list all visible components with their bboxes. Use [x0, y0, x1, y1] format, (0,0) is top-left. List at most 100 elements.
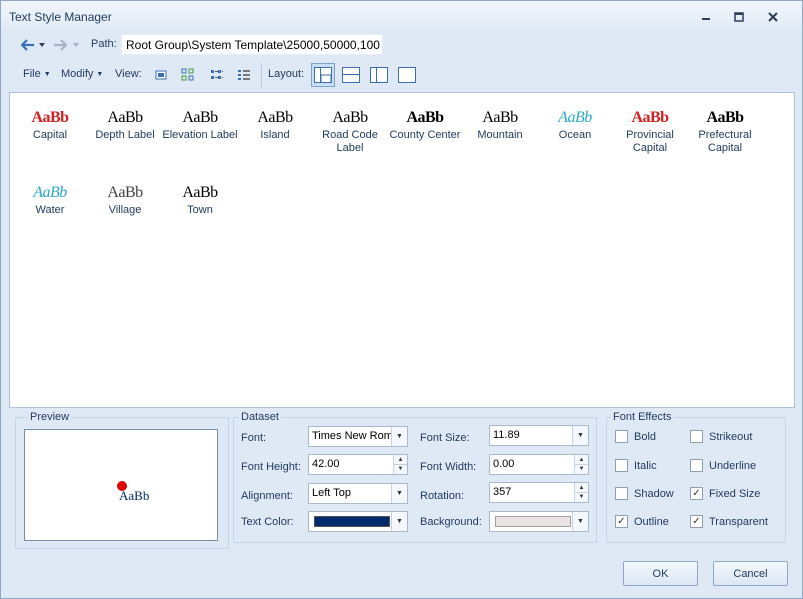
spin-down-icon[interactable]: ▼: [394, 464, 407, 473]
effect-checkbox-strikeout[interactable]: Strikeout: [690, 430, 752, 443]
path-input[interactable]: Root Group\System Template\25000,50000,1…: [121, 34, 383, 55]
preview-canvas: AaBb: [24, 429, 218, 541]
effect-checkbox-bold[interactable]: Bold: [615, 430, 656, 443]
minimize-button[interactable]: [697, 9, 715, 25]
ok-button[interactable]: OK: [623, 561, 698, 586]
view-label: View:: [115, 68, 142, 80]
preview-sample-text: AaBb: [119, 488, 149, 503]
font-combo[interactable]: Times New Roman ▼: [308, 426, 408, 447]
spin-down-icon[interactable]: ▼: [575, 464, 588, 473]
background-label: Background:: [420, 516, 482, 528]
font-size-combo[interactable]: 11.89 ▼: [489, 425, 589, 446]
toolbar: File ▼ Modify ▼ View: Layout:: [11, 60, 795, 90]
layout-split-vertical-button[interactable]: [367, 63, 391, 87]
style-item[interactable]: AaBb Capital: [12, 107, 88, 142]
style-sample: AaBb: [631, 109, 669, 126]
spin-down-icon[interactable]: ▼: [575, 492, 588, 501]
layout-bottom-panel-button[interactable]: [339, 63, 363, 87]
layout-split-vertical-icon: [370, 67, 388, 83]
maximize-icon: [734, 12, 744, 22]
style-sample: AaBb: [107, 184, 143, 201]
style-sample: AaBb: [706, 109, 744, 126]
style-item[interactable]: AaBb Town: [162, 182, 238, 217]
style-item[interactable]: AaBb Mountain: [462, 107, 538, 142]
font-height-updown[interactable]: ▲ ▼: [393, 455, 407, 474]
font-height-spinner[interactable]: 42.00 ▲ ▼: [308, 454, 408, 475]
checkbox-box[interactable]: [615, 487, 628, 500]
close-icon: [768, 12, 778, 22]
view-details-icon[interactable]: [237, 68, 251, 82]
minimize-icon: [702, 18, 710, 20]
layout-single-panel-icon: [398, 67, 416, 83]
back-history-dropdown[interactable]: [39, 37, 45, 53]
checkmark-icon[interactable]: ✓: [690, 487, 703, 500]
font-size-label: Font Size:: [420, 432, 470, 444]
back-arrow-icon: [21, 39, 34, 51]
text-color-picker[interactable]: ▼: [308, 511, 408, 532]
dataset-group-label: Dataset: [239, 411, 281, 423]
effect-checkbox-shadow[interactable]: Shadow: [615, 487, 674, 500]
background-color-picker[interactable]: ▼: [489, 511, 589, 532]
effect-checkbox-fixed-size[interactable]: ✓ Fixed Size: [690, 487, 760, 500]
checkbox-box[interactable]: [615, 430, 628, 443]
style-item[interactable]: AaBb Village: [87, 182, 163, 217]
back-button[interactable]: [21, 37, 35, 53]
toolbar-separator: [261, 63, 262, 87]
forward-button[interactable]: [53, 37, 67, 53]
checkmark-icon[interactable]: ✓: [615, 515, 628, 528]
style-item[interactable]: AaBb Provincial Capital: [612, 107, 688, 155]
view-large-icons-icon[interactable]: [154, 68, 168, 82]
style-sample: AaBb: [482, 109, 518, 126]
effect-label: Transparent: [709, 515, 768, 528]
checkmark-icon[interactable]: ✓: [690, 515, 703, 528]
chevron-down-icon: [39, 43, 45, 47]
cancel-button[interactable]: Cancel: [713, 561, 788, 586]
rotation-updown[interactable]: ▲ ▼: [574, 483, 588, 502]
style-item[interactable]: AaBb Depth Label: [87, 107, 163, 142]
style-sample: AaBb: [332, 109, 368, 126]
alignment-combo[interactable]: Left Top ▼: [308, 483, 408, 504]
text-style-manager-window: Text Style Manager Path: Root Group\Syst…: [0, 0, 803, 599]
maximize-button[interactable]: [730, 9, 748, 25]
text-color-label: Text Color:: [241, 516, 294, 528]
style-item[interactable]: AaBb Elevation Label: [162, 107, 238, 142]
effect-checkbox-transparent[interactable]: ✓ Transparent: [690, 515, 768, 528]
path-bar: Path: Root Group\System Template\25000,5…: [11, 32, 795, 58]
rotation-spinner[interactable]: 357 ▲ ▼: [489, 482, 589, 503]
modify-menu[interactable]: Modify ▼: [61, 68, 103, 80]
font-width-updown[interactable]: ▲ ▼: [574, 455, 588, 474]
style-item[interactable]: AaBb Prefectural Capital: [687, 107, 763, 155]
checkbox-box[interactable]: [690, 430, 703, 443]
spin-up-icon[interactable]: ▲: [575, 455, 588, 464]
effect-checkbox-outline[interactable]: ✓ Outline: [615, 515, 669, 528]
effect-checkbox-underline[interactable]: Underline: [690, 459, 756, 472]
style-item[interactable]: AaBb County Center: [387, 107, 463, 142]
chevron-down-icon: ▼: [572, 512, 588, 531]
title-bar: Text Style Manager: [1, 1, 802, 32]
checkbox-box[interactable]: [615, 459, 628, 472]
rotation-label: Rotation:: [420, 490, 465, 502]
layout-single-panel-button[interactable]: [395, 63, 419, 87]
forward-history-dropdown[interactable]: [73, 37, 79, 53]
window-title: Text Style Manager: [9, 10, 112, 24]
effect-checkbox-italic[interactable]: Italic: [615, 459, 657, 472]
view-list-icon[interactable]: [210, 68, 224, 82]
spin-up-icon[interactable]: ▲: [394, 455, 407, 464]
layout-left-panel-icon: [314, 67, 332, 83]
preview-drawing: AaBb: [117, 481, 149, 503]
file-menu[interactable]: File ▼: [23, 68, 51, 80]
style-item[interactable]: AaBb Ocean: [537, 107, 613, 142]
font-width-spinner[interactable]: 0.00 ▲ ▼: [489, 454, 589, 475]
style-item[interactable]: AaBb Water: [12, 182, 88, 217]
style-item[interactable]: AaBb Island: [237, 107, 313, 142]
style-sample: AaBb: [31, 109, 69, 126]
layout-bottom-panel-icon: [342, 67, 360, 83]
layout-left-panel-button[interactable]: [311, 63, 335, 87]
chevron-down-icon: ▼: [391, 512, 407, 531]
style-item[interactable]: AaBb Road Code Label: [312, 107, 388, 155]
checkbox-box[interactable]: [690, 459, 703, 472]
spin-up-icon[interactable]: ▲: [575, 483, 588, 492]
view-small-icons-icon[interactable]: [181, 68, 195, 82]
close-button[interactable]: [764, 9, 782, 25]
style-label: Island: [260, 129, 290, 141]
